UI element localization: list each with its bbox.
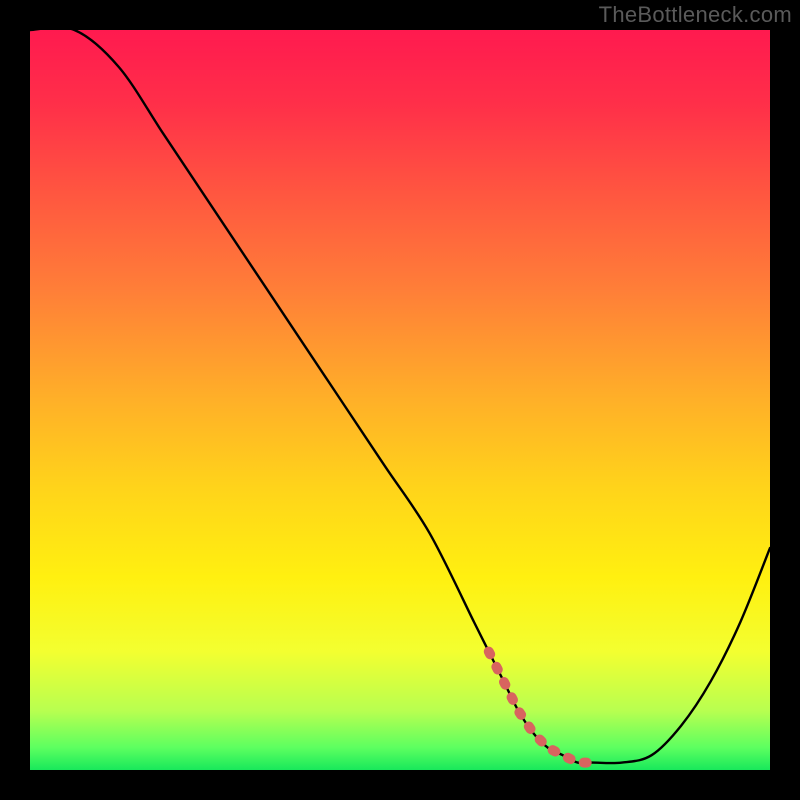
optimal-region-marker	[489, 652, 593, 763]
plot-area	[30, 30, 770, 770]
chart-frame: TheBottleneck.com	[0, 0, 800, 800]
bottleneck-curve	[30, 30, 770, 763]
curve-layer	[30, 30, 770, 770]
watermark-text: TheBottleneck.com	[599, 2, 792, 28]
